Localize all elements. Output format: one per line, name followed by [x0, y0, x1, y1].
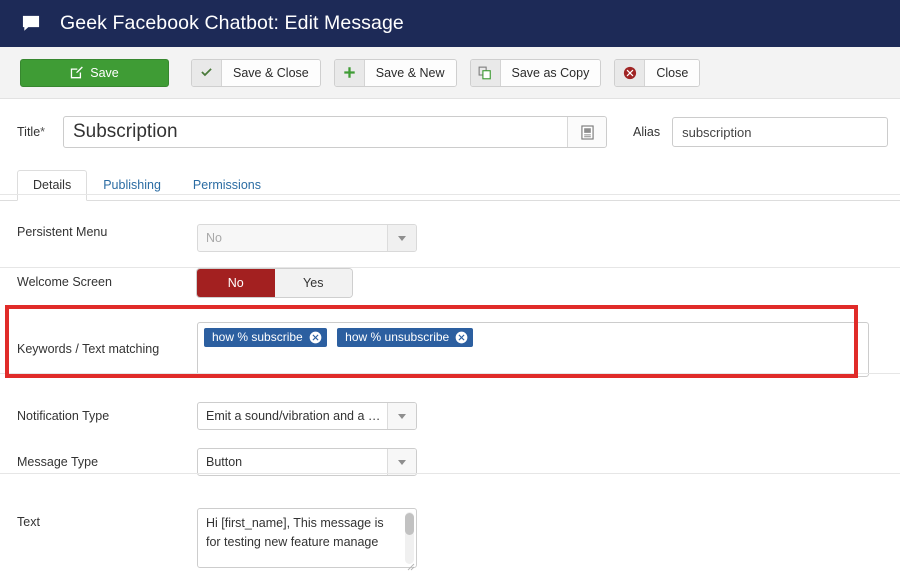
article-icon: [580, 124, 594, 140]
persistent-menu-value: No: [206, 231, 222, 245]
title-label-text: Title: [17, 125, 41, 139]
keyword-tag: how % unsubscribe: [337, 328, 474, 347]
keyword-tag-label: how % unsubscribe: [345, 330, 450, 344]
persistent-menu-select[interactable]: No: [197, 224, 417, 252]
notification-type-select[interactable]: Emit a sound/vibration and a …: [197, 402, 417, 430]
title-required-marker: *: [40, 125, 46, 139]
title-alias-row: Title* Alias: [0, 99, 900, 148]
message-type-value: Button: [206, 455, 243, 469]
save-and-close-button[interactable]: Save & Close: [191, 58, 321, 87]
save-and-new-button[interactable]: Save & New: [333, 58, 457, 87]
title-input[interactable]: [63, 116, 607, 148]
keyword-tag-label: how % subscribe: [212, 330, 303, 344]
notification-type-label: Notification Type: [17, 409, 110, 423]
toolbar: Save Save & Close Save & New Save as Cop…: [0, 47, 900, 99]
chevron-down-icon: [387, 225, 416, 251]
keywords-label: Keywords / Text matching: [17, 342, 160, 356]
close-label: Close: [645, 59, 700, 86]
edit-form: Title* Alias Details Publishing Permissi…: [0, 99, 900, 573]
close-button[interactable]: Close: [614, 58, 701, 87]
text-textarea-wrapper: [197, 508, 417, 573]
textarea-scrollbar-thumb[interactable]: [405, 513, 414, 535]
alias-label: Alias: [633, 125, 661, 139]
chevron-down-icon: [387, 449, 416, 475]
welcome-screen-option-yes[interactable]: Yes: [274, 269, 352, 297]
welcome-screen-option-no[interactable]: No: [197, 269, 275, 297]
cancel-circle-icon: [615, 59, 646, 86]
save-as-copy-label: Save as Copy: [500, 59, 601, 86]
title-input-wrapper: [63, 116, 607, 148]
save-as-copy-button[interactable]: Save as Copy: [469, 58, 602, 87]
chevron-down-icon: [387, 403, 416, 429]
tab-publishing[interactable]: Publishing: [87, 170, 177, 201]
divider: [0, 194, 900, 195]
field-message-type: Message Type Button: [0, 448, 900, 476]
save-button[interactable]: Save: [20, 58, 169, 87]
remove-keyword-icon[interactable]: [309, 331, 322, 344]
field-welcome-screen: Welcome Screen No Yes: [0, 269, 900, 297]
plus-icon: [334, 59, 365, 86]
check-icon: [192, 59, 222, 86]
welcome-screen-label: Welcome Screen: [17, 275, 112, 289]
message-type-label: Message Type: [17, 455, 99, 469]
app-header: Geek Facebook Chatbot: Edit Message: [0, 0, 900, 47]
page-title: Geek Facebook Chatbot: Edit Message: [60, 11, 404, 34]
persistent-menu-label: Persistent Menu: [17, 225, 108, 239]
save-and-new-label: Save & New: [364, 59, 456, 86]
field-keywords: Keywords / Text matching how % subscribe…: [0, 322, 900, 377]
keyword-tag: how % subscribe: [204, 328, 327, 347]
comment-icon: [22, 15, 40, 31]
field-persistent-menu: Persistent Menu No: [0, 224, 900, 252]
edit-square-icon: [70, 66, 84, 79]
field-notification-type: Notification Type Emit a sound/vibration…: [0, 402, 900, 430]
text-label: Text: [17, 515, 40, 529]
remove-keyword-icon[interactable]: [455, 331, 468, 344]
keywords-input[interactable]: how % subscribe how % unsubscribe: [197, 322, 869, 377]
tab-permissions[interactable]: Permissions: [177, 170, 277, 201]
welcome-screen-toggle: No Yes: [197, 269, 352, 297]
notification-type-value: Emit a sound/vibration and a …: [206, 409, 381, 423]
save-button-label: Save: [90, 65, 119, 80]
text-textarea[interactable]: [197, 508, 417, 568]
divider: [0, 373, 900, 374]
alias-input[interactable]: [672, 117, 888, 147]
copy-icon: [470, 59, 501, 86]
field-text: Text: [0, 508, 900, 573]
message-type-select[interactable]: Button: [197, 448, 417, 476]
save-and-close-label: Save & Close: [222, 59, 320, 86]
title-label: Title*: [17, 125, 63, 139]
tab-details[interactable]: Details: [17, 170, 88, 201]
article-icon-button[interactable]: [567, 117, 606, 147]
divider: [0, 267, 900, 268]
divider: [0, 473, 900, 474]
tab-bar: Details Publishing Permissions: [0, 170, 900, 201]
